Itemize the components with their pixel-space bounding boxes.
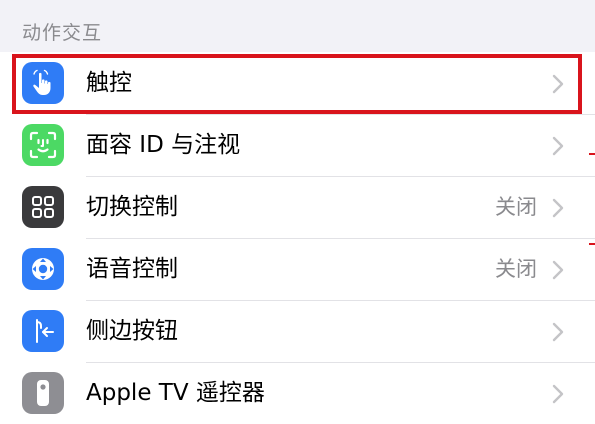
edge-mark — [589, 153, 595, 155]
status-value: 关闭 — [495, 257, 537, 281]
chevron-right-icon — [552, 74, 564, 94]
voice-control-icon — [22, 248, 64, 290]
settings-row-side-button[interactable]: 侧边按钮 — [0, 300, 595, 362]
settings-row-label: 面容 ID 与注视 — [86, 132, 241, 158]
settings-row-label: 触控 — [86, 70, 132, 96]
status-value: 关闭 — [495, 195, 537, 219]
face-id-icon — [22, 124, 64, 166]
remote-icon — [22, 372, 64, 414]
chevron-right-icon — [552, 322, 564, 342]
section-header: 动作交互 — [22, 22, 103, 44]
settings-row-apple-tv-remote[interactable]: Apple TV 遥控器 — [0, 362, 595, 424]
settings-row-label: Apple TV 遥控器 — [86, 380, 265, 406]
chevron-right-icon — [552, 136, 564, 156]
side-button-icon — [22, 310, 64, 352]
settings-row-label: 语音控制 — [86, 256, 178, 282]
settings-row-touch[interactable]: 触控 — [0, 52, 595, 114]
settings-row-face-id[interactable]: 面容 ID 与注视 — [0, 114, 595, 176]
settings-row-label: 切换控制 — [86, 194, 178, 220]
settings-row-voice-control[interactable]: 语音控制 关闭 — [0, 238, 595, 300]
chevron-right-icon — [552, 384, 564, 404]
settings-row-switch-control[interactable]: 切换控制 关闭 — [0, 176, 595, 238]
grid-squares-icon — [22, 186, 64, 228]
settings-row-label: 侧边按钮 — [86, 318, 178, 344]
settings-list: 触控 面容 ID 与注视 切换控制 关闭 语音控制 关闭 侧边按钮 Apple … — [0, 52, 595, 424]
hand-pointer-icon — [22, 62, 64, 104]
chevron-right-icon — [552, 260, 564, 280]
edge-mark — [589, 243, 595, 245]
chevron-right-icon — [552, 198, 564, 218]
